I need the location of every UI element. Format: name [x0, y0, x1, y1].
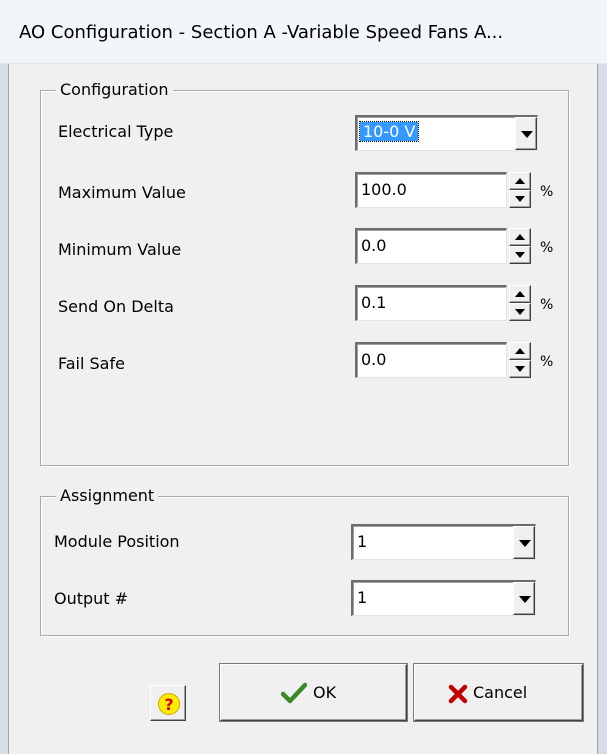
- minimum-value-spin-down-icon[interactable]: [509, 246, 531, 264]
- minimum-value-label: Minimum Value: [58, 240, 182, 259]
- maximum-value-spinner[interactable]: [509, 172, 531, 208]
- cancel-button-label: Cancel: [473, 683, 528, 702]
- configuration-group-label: Configuration: [56, 80, 173, 99]
- electrical-type-value: 10-0 V: [358, 121, 420, 142]
- module-position-label: Module Position: [54, 532, 180, 551]
- electrical-type-dropdown[interactable]: 10-0 V: [355, 115, 538, 151]
- ok-button[interactable]: OK: [220, 664, 407, 721]
- fail-safe-label: Fail Safe: [58, 354, 125, 373]
- maximum-value-spin-down-icon[interactable]: [509, 190, 531, 208]
- output-number-value: 1: [357, 588, 368, 607]
- x-icon: [448, 684, 468, 704]
- fail-safe-spin-down-icon[interactable]: [509, 360, 531, 378]
- minimum-value-spin-up-icon[interactable]: [509, 228, 531, 246]
- output-number-label: Output #: [54, 589, 129, 608]
- window-title: AO Configuration - Section A -Variable S…: [19, 22, 504, 43]
- fail-safe-unit: %: [540, 354, 554, 370]
- fail-safe-spin-up-icon[interactable]: [509, 342, 531, 360]
- maximum-value-label: Maximum Value: [58, 183, 186, 202]
- dialog-window: AO Configuration - Section A -Variable S…: [0, 0, 607, 754]
- maximum-value-unit: %: [540, 184, 554, 200]
- minimum-value-unit: %: [540, 240, 554, 256]
- checkmark-icon: [281, 682, 307, 704]
- module-position-dropdown-arrow-icon[interactable]: [513, 526, 535, 559]
- fail-safe-text: 0.0: [361, 350, 387, 369]
- dialog-client-area: Configuration Electrical Type 10-0 V Max…: [10, 64, 597, 754]
- send-on-delta-spin-up-icon[interactable]: [509, 285, 531, 303]
- minimum-value-text: 0.0: [361, 236, 387, 255]
- output-number-dropdown[interactable]: 1: [351, 580, 536, 616]
- electrical-type-label: Electrical Type: [58, 122, 174, 141]
- electrical-type-dropdown-arrow-icon[interactable]: [515, 117, 537, 150]
- module-position-value: 1: [357, 532, 368, 551]
- send-on-delta-field[interactable]: 0.1: [355, 285, 507, 321]
- maximum-value-spin-up-icon[interactable]: [509, 172, 531, 190]
- maximum-value-text: 100.0: [361, 180, 407, 199]
- help-button[interactable]: ?: [150, 685, 186, 721]
- send-on-delta-label: Send On Delta: [58, 297, 174, 316]
- minimum-value-field[interactable]: 0.0: [355, 228, 507, 264]
- send-on-delta-spin-down-icon[interactable]: [509, 303, 531, 321]
- send-on-delta-text: 0.1: [361, 293, 387, 312]
- minimum-value-spinner[interactable]: [509, 228, 531, 264]
- fail-safe-spinner[interactable]: [509, 342, 531, 378]
- cancel-button[interactable]: Cancel: [414, 664, 583, 721]
- module-position-dropdown[interactable]: 1: [351, 524, 536, 560]
- maximum-value-field[interactable]: 100.0: [355, 172, 507, 208]
- question-icon: ?: [158, 693, 180, 715]
- send-on-delta-spinner[interactable]: [509, 285, 531, 321]
- assignment-group-label: Assignment: [56, 486, 159, 505]
- output-number-dropdown-arrow-icon[interactable]: [513, 582, 535, 615]
- fail-safe-field[interactable]: 0.0: [355, 342, 507, 378]
- window-frame-right: [597, 64, 607, 754]
- title-bar[interactable]: AO Configuration - Section A -Variable S…: [0, 0, 607, 64]
- ok-button-label: OK: [313, 683, 337, 702]
- send-on-delta-unit: %: [540, 297, 554, 313]
- window-frame-left: [0, 64, 9, 754]
